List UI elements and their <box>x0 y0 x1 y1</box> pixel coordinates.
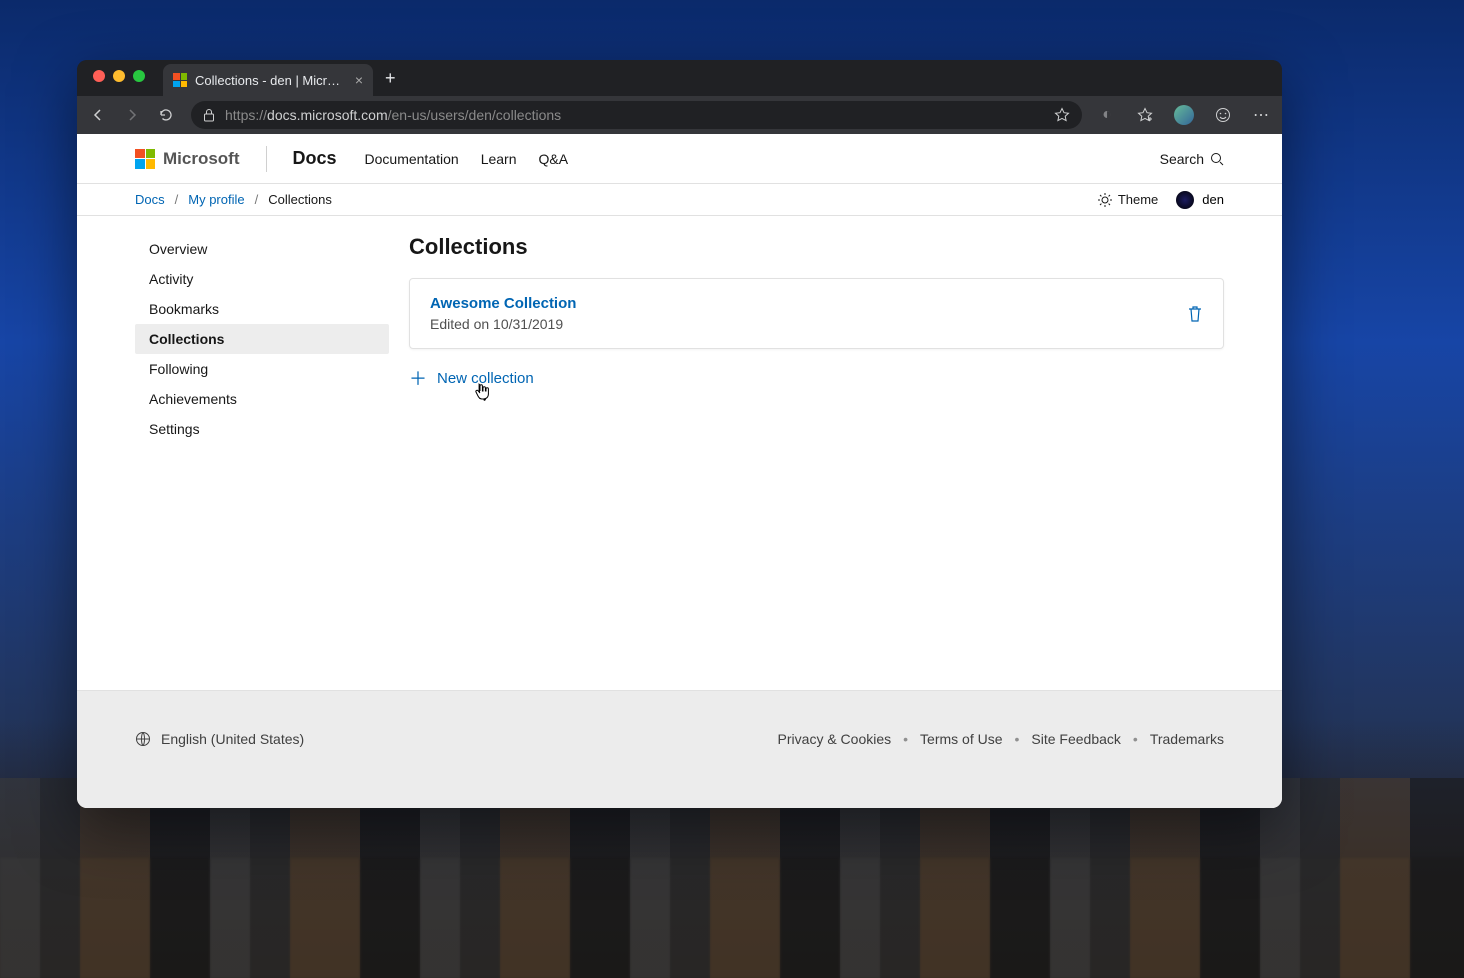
new-tab-button[interactable]: + <box>373 68 408 89</box>
lock-icon <box>203 108 215 122</box>
page-title: Collections <box>409 234 1224 260</box>
footer-links: Privacy & Cookies • Terms of Use • Site … <box>778 731 1224 747</box>
header-nav: Documentation Learn Q&A <box>365 151 569 167</box>
back-button[interactable] <box>89 106 107 124</box>
theme-toggle[interactable]: Theme <box>1098 192 1158 207</box>
product-name[interactable]: Docs <box>293 148 337 169</box>
globe-icon <box>135 731 151 747</box>
collection-title: Awesome Collection <box>430 295 1187 312</box>
browser-tabstrip: Collections - den | Microsoft Do × + <box>77 60 1282 96</box>
new-collection-button[interactable]: ＋ New collection <box>409 365 1224 391</box>
sub-header: Docs / My profile / Collections Theme de… <box>77 184 1282 216</box>
reload-button[interactable] <box>157 106 175 124</box>
tab-title: Collections - den | Microsoft Do <box>195 73 347 88</box>
avatar <box>1176 191 1194 209</box>
footer-terms[interactable]: Terms of Use <box>920 731 1002 747</box>
microsoft-logo-icon <box>135 149 155 169</box>
language-selector[interactable]: English (United States) <box>135 731 304 747</box>
window-controls <box>87 60 155 82</box>
sidebar-item-achievements[interactable]: Achievements <box>135 384 389 414</box>
toolbar-right: ◐ ⋯ <box>1098 105 1270 125</box>
favorite-star-icon[interactable] <box>1054 107 1070 123</box>
profile-icon[interactable] <box>1174 105 1194 125</box>
nav-learn[interactable]: Learn <box>481 151 517 167</box>
menu-icon[interactable]: ⋯ <box>1252 106 1270 124</box>
page-content: Microsoft Docs Documentation Learn Q&A S… <box>77 134 1282 808</box>
crumb-profile[interactable]: My profile <box>188 192 244 207</box>
maximize-window-button[interactable] <box>133 70 145 82</box>
tab-favicon <box>173 73 187 87</box>
sidebar-item-overview[interactable]: Overview <box>135 234 389 264</box>
sidebar-item-settings[interactable]: Settings <box>135 414 389 444</box>
delete-collection-button[interactable] <box>1187 305 1203 323</box>
sidebar-item-activity[interactable]: Activity <box>135 264 389 294</box>
browser-toolbar: https://docs.microsoft.com/en-us/users/d… <box>77 96 1282 134</box>
close-window-button[interactable] <box>93 70 105 82</box>
site-header: Microsoft Docs Documentation Learn Q&A S… <box>77 134 1282 184</box>
sidebar-item-bookmarks[interactable]: Bookmarks <box>135 294 389 324</box>
microsoft-wordmark: Microsoft <box>163 149 240 169</box>
sidebar-item-collections[interactable]: Collections <box>135 324 389 354</box>
favorites-icon[interactable] <box>1136 106 1154 124</box>
microsoft-logo[interactable]: Microsoft <box>135 149 240 169</box>
crumb-docs[interactable]: Docs <box>135 192 165 207</box>
minimize-window-button[interactable] <box>113 70 125 82</box>
nav-documentation[interactable]: Documentation <box>365 151 459 167</box>
address-bar[interactable]: https://docs.microsoft.com/en-us/users/d… <box>191 101 1082 129</box>
content-area: Overview Activity Bookmarks Collections … <box>77 216 1282 690</box>
sidebar: Overview Activity Bookmarks Collections … <box>135 234 389 690</box>
nav-qa[interactable]: Q&A <box>539 151 569 167</box>
collection-card[interactable]: Awesome Collection Edited on 10/31/2019 <box>409 278 1224 349</box>
extension-icon[interactable]: ◐ <box>1098 106 1116 124</box>
crumb-current: Collections <box>268 192 332 207</box>
footer-trademarks[interactable]: Trademarks <box>1150 731 1224 747</box>
url-text: https://docs.microsoft.com/en-us/users/d… <box>225 107 561 123</box>
main-panel: Collections Awesome Collection Edited on… <box>409 234 1224 690</box>
search-button[interactable]: Search <box>1160 151 1224 167</box>
plus-icon: ＋ <box>409 365 427 391</box>
sidebar-item-following[interactable]: Following <box>135 354 389 384</box>
browser-tab[interactable]: Collections - den | Microsoft Do × <box>163 64 373 96</box>
site-footer: English (United States) Privacy & Cookie… <box>77 690 1282 808</box>
tab-close-button[interactable]: × <box>355 73 363 87</box>
feedback-icon[interactable] <box>1214 106 1232 124</box>
sun-icon <box>1098 193 1112 207</box>
username: den <box>1202 192 1224 207</box>
header-divider <box>266 146 267 172</box>
forward-button[interactable] <box>123 106 141 124</box>
breadcrumb: Docs / My profile / Collections <box>135 192 332 207</box>
user-menu[interactable]: den <box>1176 191 1224 209</box>
search-icon <box>1210 152 1224 166</box>
footer-privacy[interactable]: Privacy & Cookies <box>778 731 892 747</box>
collection-subtitle: Edited on 10/31/2019 <box>430 316 1187 332</box>
browser-window: Collections - den | Microsoft Do × + htt… <box>77 60 1282 808</box>
footer-feedback[interactable]: Site Feedback <box>1031 731 1121 747</box>
